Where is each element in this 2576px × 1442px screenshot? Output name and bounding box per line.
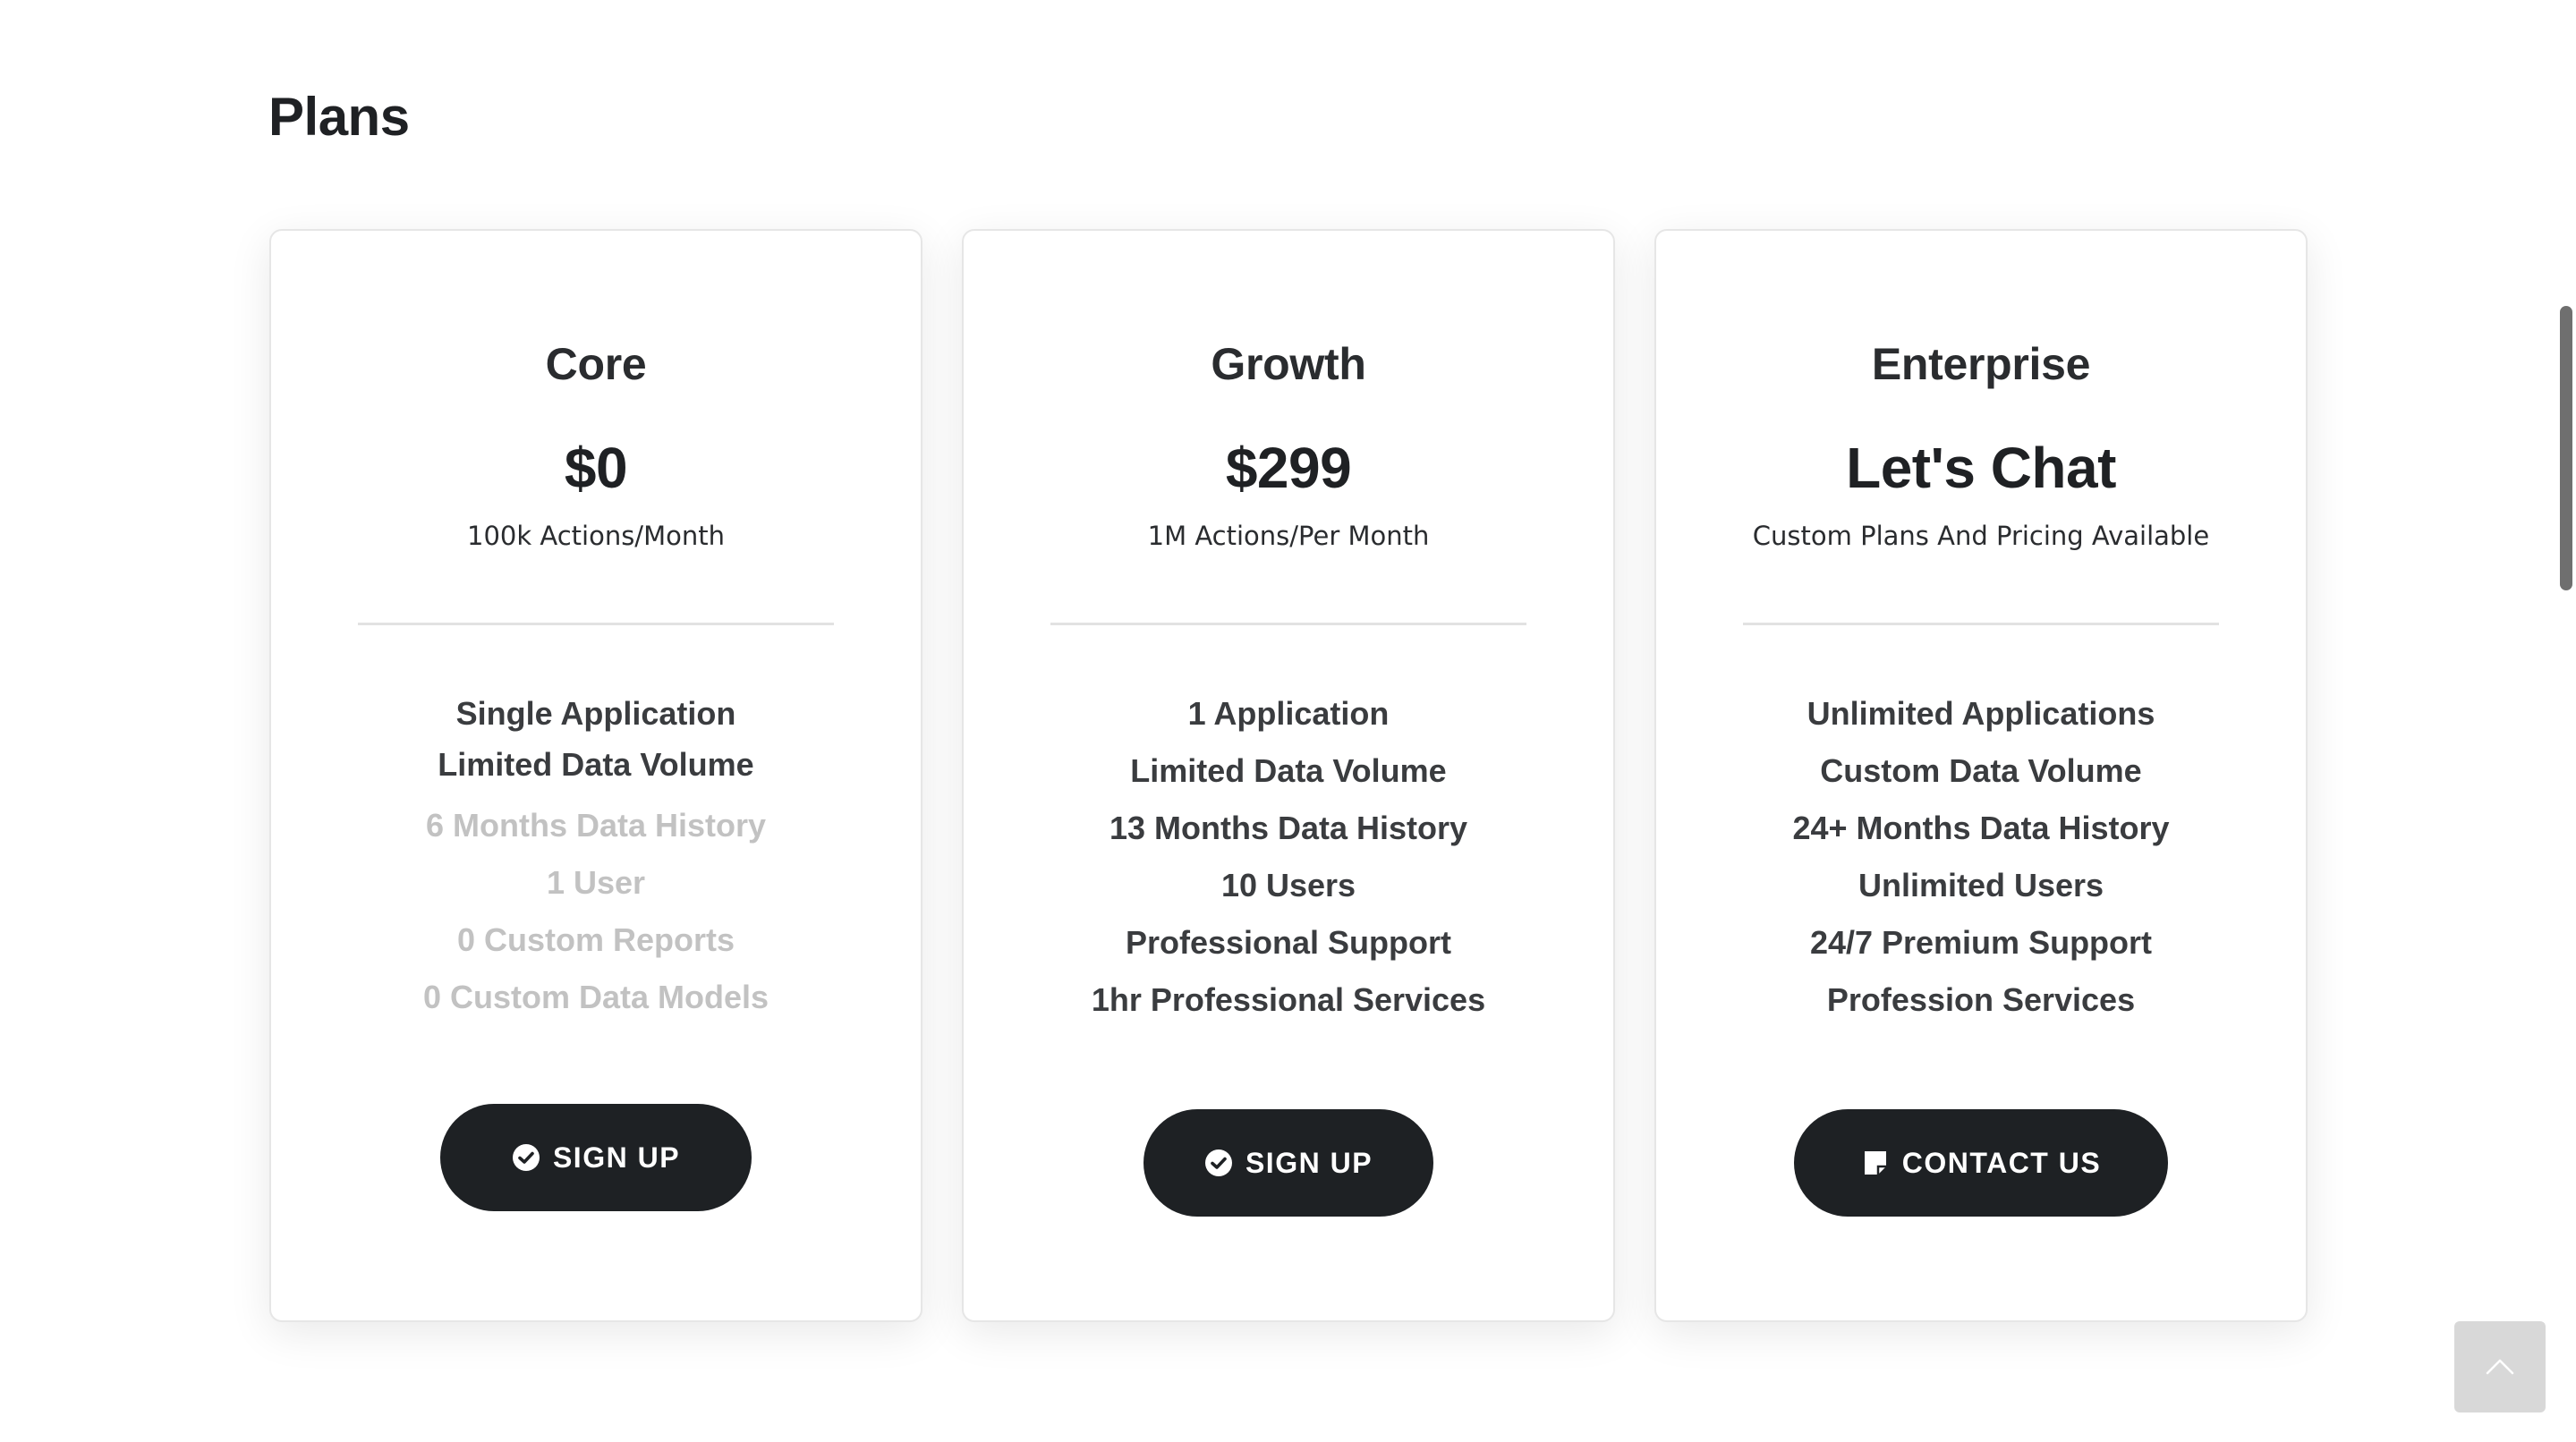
feature-item: Custom Data Volume	[1820, 752, 2142, 789]
feature-item: 1 Application	[1187, 695, 1390, 732]
button-label: SIGN UP	[552, 1141, 681, 1174]
plan-features: Unlimited Applications Custom Data Volum…	[1656, 694, 2306, 1038]
feature-item: Limited Data Volume	[1130, 752, 1447, 789]
button-label: CONTACT US	[1901, 1146, 2102, 1179]
button-label: SIGN UP	[1245, 1146, 1373, 1179]
section-title: Plans	[268, 87, 410, 147]
feature-item: Profession Services	[1826, 981, 2136, 1018]
sticky-note-icon	[1861, 1149, 1890, 1177]
feature-item-excluded: 1 User	[546, 864, 646, 901]
plan-name: Growth	[1211, 339, 1366, 389]
plan-price: Let's Chat	[1846, 436, 2116, 500]
pricing-page: Plans Core $0 100k Actions/Month Single …	[0, 0, 2576, 1442]
plan-card-enterprise: Enterprise Let's Chat Custom Plans And P…	[1654, 229, 2308, 1322]
feature-item-excluded: 0 Custom Reports	[456, 921, 735, 958]
plan-divider	[358, 623, 834, 625]
feature-item: 24+ Months Data History	[1792, 810, 2170, 846]
feature-item: Limited Data Volume	[438, 746, 754, 783]
plan-card-core: Core $0 100k Actions/Month Single Applic…	[269, 229, 922, 1322]
plan-name: Core	[545, 339, 647, 389]
sign-up-button[interactable]: SIGN UP	[1143, 1109, 1433, 1217]
feature-item: Unlimited Users	[1858, 867, 2104, 903]
feature-item: 10 Users	[1220, 867, 1356, 903]
plan-card-growth: Growth $299 1M Actions/Per Month 1 Appli…	[962, 229, 1615, 1322]
plan-name: Enterprise	[1871, 339, 2091, 389]
feature-item: 13 Months Data History	[1109, 810, 1468, 846]
feature-item: Professional Support	[1125, 924, 1452, 961]
plan-divider	[1050, 623, 1526, 625]
back-to-top-button[interactable]	[2454, 1321, 2546, 1412]
check-circle-icon	[1204, 1149, 1233, 1177]
plan-subtitle: Custom Plans And Pricing Available	[1752, 521, 2210, 551]
feature-item: Single Application	[455, 695, 736, 732]
feature-item-excluded: 0 Custom Data Models	[422, 979, 769, 1015]
plan-features: Single Application Limited Data Volume 6…	[271, 694, 921, 1035]
feature-item: 1hr Professional Services	[1091, 981, 1486, 1018]
plan-features: 1 Application Limited Data Volume 13 Mon…	[964, 694, 1613, 1038]
feature-item-excluded: 6 Months Data History	[425, 807, 767, 844]
feature-item: 24/7 Premium Support	[1809, 924, 2153, 961]
check-circle-icon	[512, 1143, 540, 1172]
plan-subtitle: 100k Actions/Month	[467, 521, 725, 551]
scrollbar-thumb[interactable]	[2560, 306, 2572, 590]
feature-item: Unlimited Applications	[1807, 695, 2155, 732]
chevron-up-icon	[2482, 1349, 2518, 1385]
plan-divider	[1743, 623, 2219, 625]
plan-subtitle: 1M Actions/Per Month	[1147, 521, 1430, 551]
sign-up-button[interactable]: SIGN UP	[440, 1104, 752, 1211]
plan-price: $299	[1225, 436, 1352, 500]
plan-price: $0	[564, 436, 628, 500]
contact-us-button[interactable]: CONTACT US	[1794, 1109, 2168, 1217]
